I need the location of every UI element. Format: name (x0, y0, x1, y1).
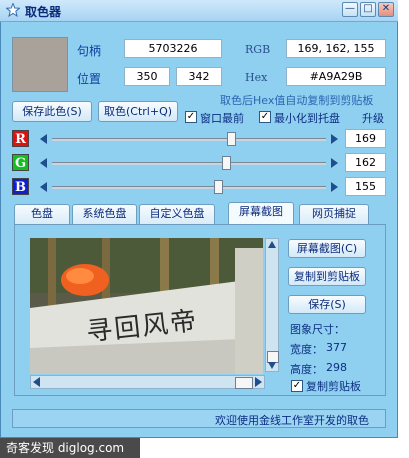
slider-track-line (52, 138, 326, 141)
width-label: 宽度： (290, 343, 323, 356)
handle-label: 句柄 (77, 44, 102, 58)
minimize-tray-label: 最小化到托盘 (274, 112, 340, 125)
watermark-text: 奇客发现 diglog.com (0, 438, 140, 458)
position-x-field[interactable]: 350 (124, 67, 170, 86)
color-preview-swatch (12, 37, 68, 92)
window-title: 取色器 (25, 5, 62, 19)
minimize-button[interactable]: — (342, 2, 358, 17)
channel-r-value[interactable]: 169 (345, 129, 386, 148)
autocopy-hint: 取色后Hex值自动复制到剪贴板 (220, 94, 374, 107)
captured-screenshot[interactable]: 寻回风帝 (30, 238, 263, 374)
height-value: 298 (326, 361, 347, 374)
height-label: 高度： (290, 363, 323, 376)
slider-left-arrow-icon[interactable] (40, 134, 47, 144)
channel-g-value[interactable]: 162 (345, 153, 386, 172)
slider-left-arrow-icon[interactable] (40, 158, 47, 168)
status-text: 欢迎使用金线工作室开发的取色 (215, 414, 369, 427)
channel-b-label: B (12, 178, 29, 195)
close-button[interactable]: ✕ (378, 2, 394, 17)
copy-clipboard-label: 复制剪贴板 (306, 380, 361, 393)
hex-label: Hex (245, 71, 268, 84)
rgb-label: RGB (245, 43, 271, 56)
maximize-button[interactable]: □ (360, 2, 376, 17)
image-size-label: 图象尺寸： (290, 323, 345, 336)
slider-track-line (52, 162, 326, 165)
tab-system-palette[interactable]: 系统色盘 (72, 204, 137, 224)
save-screenshot-button[interactable]: 保存(S) (288, 295, 366, 314)
position-label: 位置 (77, 72, 102, 86)
copy-to-clipboard-button[interactable]: 复制到剪贴板 (288, 267, 366, 286)
upgrade-link[interactable]: 升级 (362, 110, 384, 126)
scroll-left-icon[interactable] (33, 377, 40, 387)
channel-b-slider[interactable] (40, 180, 338, 194)
hex-field[interactable]: #A9A29B (286, 67, 386, 86)
slider-thumb[interactable] (221, 156, 231, 170)
tab-web-capture[interactable]: 网页捕捉 (299, 204, 369, 224)
tab-screen-capture[interactable]: 屏幕截图 (228, 202, 294, 224)
channel-r-slider[interactable] (40, 132, 338, 146)
star-icon (6, 3, 20, 17)
slider-thumb[interactable] (226, 132, 236, 146)
rgb-field[interactable]: 169, 162, 155 (286, 39, 386, 58)
scroll-up-icon[interactable] (268, 241, 276, 248)
minimize-tray-checkbox[interactable]: ✓ (259, 111, 271, 123)
vertical-scrollbar[interactable] (265, 238, 279, 372)
position-y-field[interactable]: 342 (176, 67, 222, 86)
slider-right-arrow-icon[interactable] (331, 158, 338, 168)
channel-g-slider[interactable] (40, 156, 338, 170)
slider-thumb[interactable] (213, 180, 223, 194)
topmost-checkbox[interactable]: ✓ (185, 111, 197, 123)
copy-clipboard-checkbox[interactable]: ✓ (291, 380, 303, 392)
scroll-right-icon[interactable] (255, 377, 262, 387)
channel-g-label: G (12, 154, 29, 171)
slider-right-arrow-icon[interactable] (331, 134, 338, 144)
capture-screen-button[interactable]: 屏幕截图(C) (288, 239, 366, 258)
width-value: 377 (326, 341, 347, 354)
slider-track-line (52, 186, 326, 189)
handle-field[interactable]: 5703226 (124, 39, 222, 58)
channel-b-value[interactable]: 155 (345, 177, 386, 196)
channel-r-label: R (12, 130, 29, 147)
slider-right-arrow-icon[interactable] (331, 182, 338, 192)
tab-custom-palette[interactable]: 自定义色盘 (139, 204, 215, 224)
horizontal-scroll-thumb[interactable] (235, 377, 253, 389)
slider-left-arrow-icon[interactable] (40, 182, 47, 192)
topmost-label: 窗口最前 (200, 112, 244, 125)
status-bar: 欢迎使用金线工作室开发的取色 (12, 409, 386, 428)
scroll-down-icon[interactable] (268, 362, 276, 369)
save-color-button[interactable]: 保存此色(S) (12, 101, 92, 122)
pick-color-button[interactable]: 取色(Ctrl+Q) (98, 101, 178, 122)
tab-palette[interactable]: 色盘 (14, 204, 70, 224)
horizontal-scrollbar[interactable] (30, 375, 265, 389)
